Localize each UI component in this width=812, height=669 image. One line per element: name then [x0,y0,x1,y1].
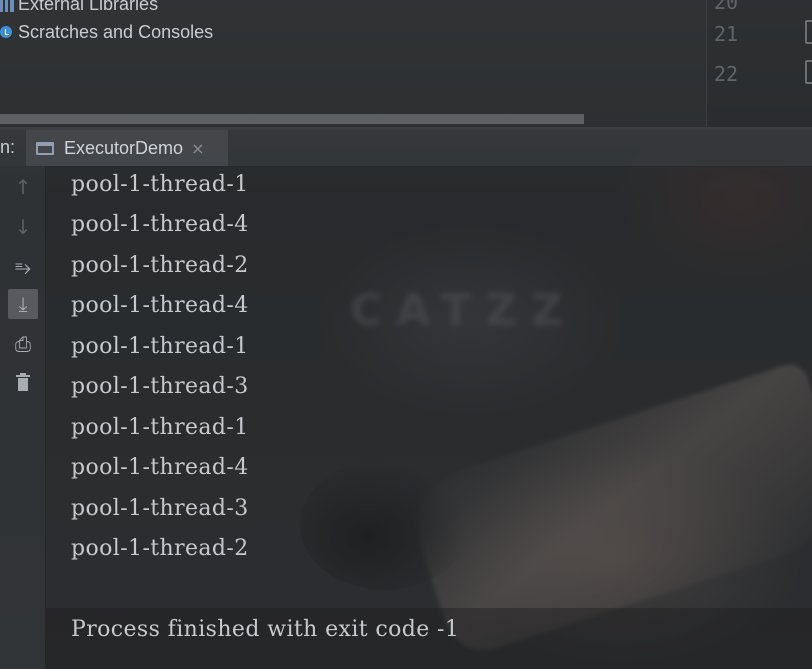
project-panel: External Libraries Scratches and Console… [0,0,706,127]
run-window-title: n: [0,137,16,157]
tree-item-scratches[interactable]: Scratches and Consoles [0,20,213,44]
exit-message: Process finished with exit code -1 [71,617,460,642]
console-line: pool-1-thread-4 [71,293,249,318]
console-line: pool-1-thread-1 [71,172,249,197]
console-line: pool-1-thread-4 [71,212,249,237]
fold-icon[interactable] [805,60,812,84]
fold-icon[interactable] [805,20,812,44]
console-line: pool-1-thread-2 [71,536,249,561]
console-line: pool-1-thread-4 [71,455,249,480]
print-icon[interactable]: ⎙ [8,329,38,359]
trash-icon[interactable] [8,367,38,397]
console-line: pool-1-thread-2 [71,253,249,278]
trash-glyph [16,373,30,391]
down-arrow-icon[interactable]: ↓ [8,212,38,242]
tree-item-label: Scratches and Consoles [18,21,214,42]
console-output[interactable]: pool-1-thread-1 pool-1-thread-4 pool-1-t… [46,166,812,669]
console-line: pool-1-thread-1 [71,334,249,359]
horizontal-scrollbar[interactable] [0,114,584,124]
run-toolbar: ↑ ↓ ⥱ ⤓ ⎙ [0,166,46,669]
tab-executor-demo[interactable]: ExecutorDemo × [26,130,228,166]
line-number: 22 [714,62,739,86]
console-window-icon [36,141,54,155]
console-line: pool-1-thread-3 [71,496,249,521]
soft-wrap-icon[interactable]: ⥱ [8,252,38,282]
scroll-to-end-icon[interactable]: ⤓ [8,289,38,319]
run-tab-bar: n: ExecutorDemo × [0,130,812,167]
tab-label: ExecutorDemo [64,137,184,158]
console-line: pool-1-thread-1 [71,415,249,440]
up-arrow-icon[interactable]: ↑ [8,172,38,202]
close-icon[interactable]: × [191,139,204,158]
tree-item-external-libraries[interactable]: External Libraries [0,0,158,16]
tree-item-label: External Libraries [18,0,159,14]
line-number: 21 [714,22,739,46]
console-line: pool-1-thread-3 [71,374,249,399]
line-number: 20 [714,0,739,14]
scratches-icon [0,24,14,40]
library-icon [0,0,14,12]
